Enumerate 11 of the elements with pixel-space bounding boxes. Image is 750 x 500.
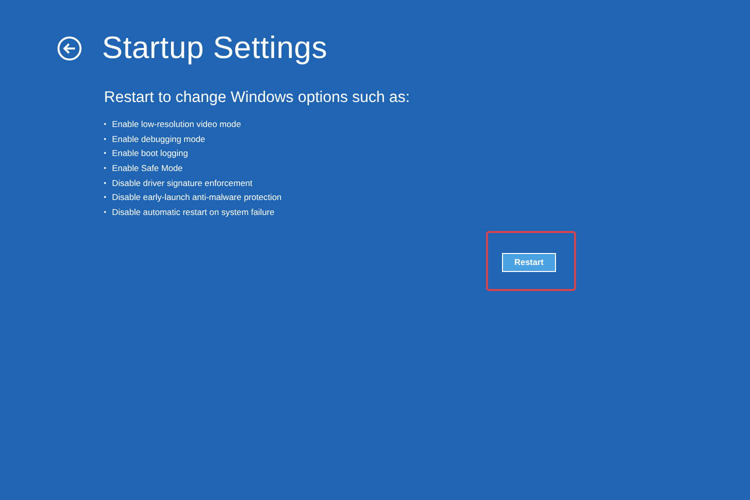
restart-button[interactable]: Restart	[502, 252, 556, 272]
option-text: Disable driver signature enforcement	[112, 178, 252, 188]
subtitle: Restart to change Windows options such as:	[104, 89, 411, 107]
option-text: Enable low-resolution video mode	[112, 119, 241, 130]
page-title: Startup Settings	[102, 33, 328, 63]
option-text: Enable debugging mode	[112, 134, 206, 144]
option-text: Disable automatic restart on system failure	[112, 206, 274, 217]
option-text: Disable early-launch anti-malware protection	[112, 192, 282, 202]
back-icon[interactable]	[57, 36, 82, 60]
option-text: Enable Safe Mode	[112, 163, 183, 174]
option-text: Enable boot logging	[112, 148, 188, 158]
